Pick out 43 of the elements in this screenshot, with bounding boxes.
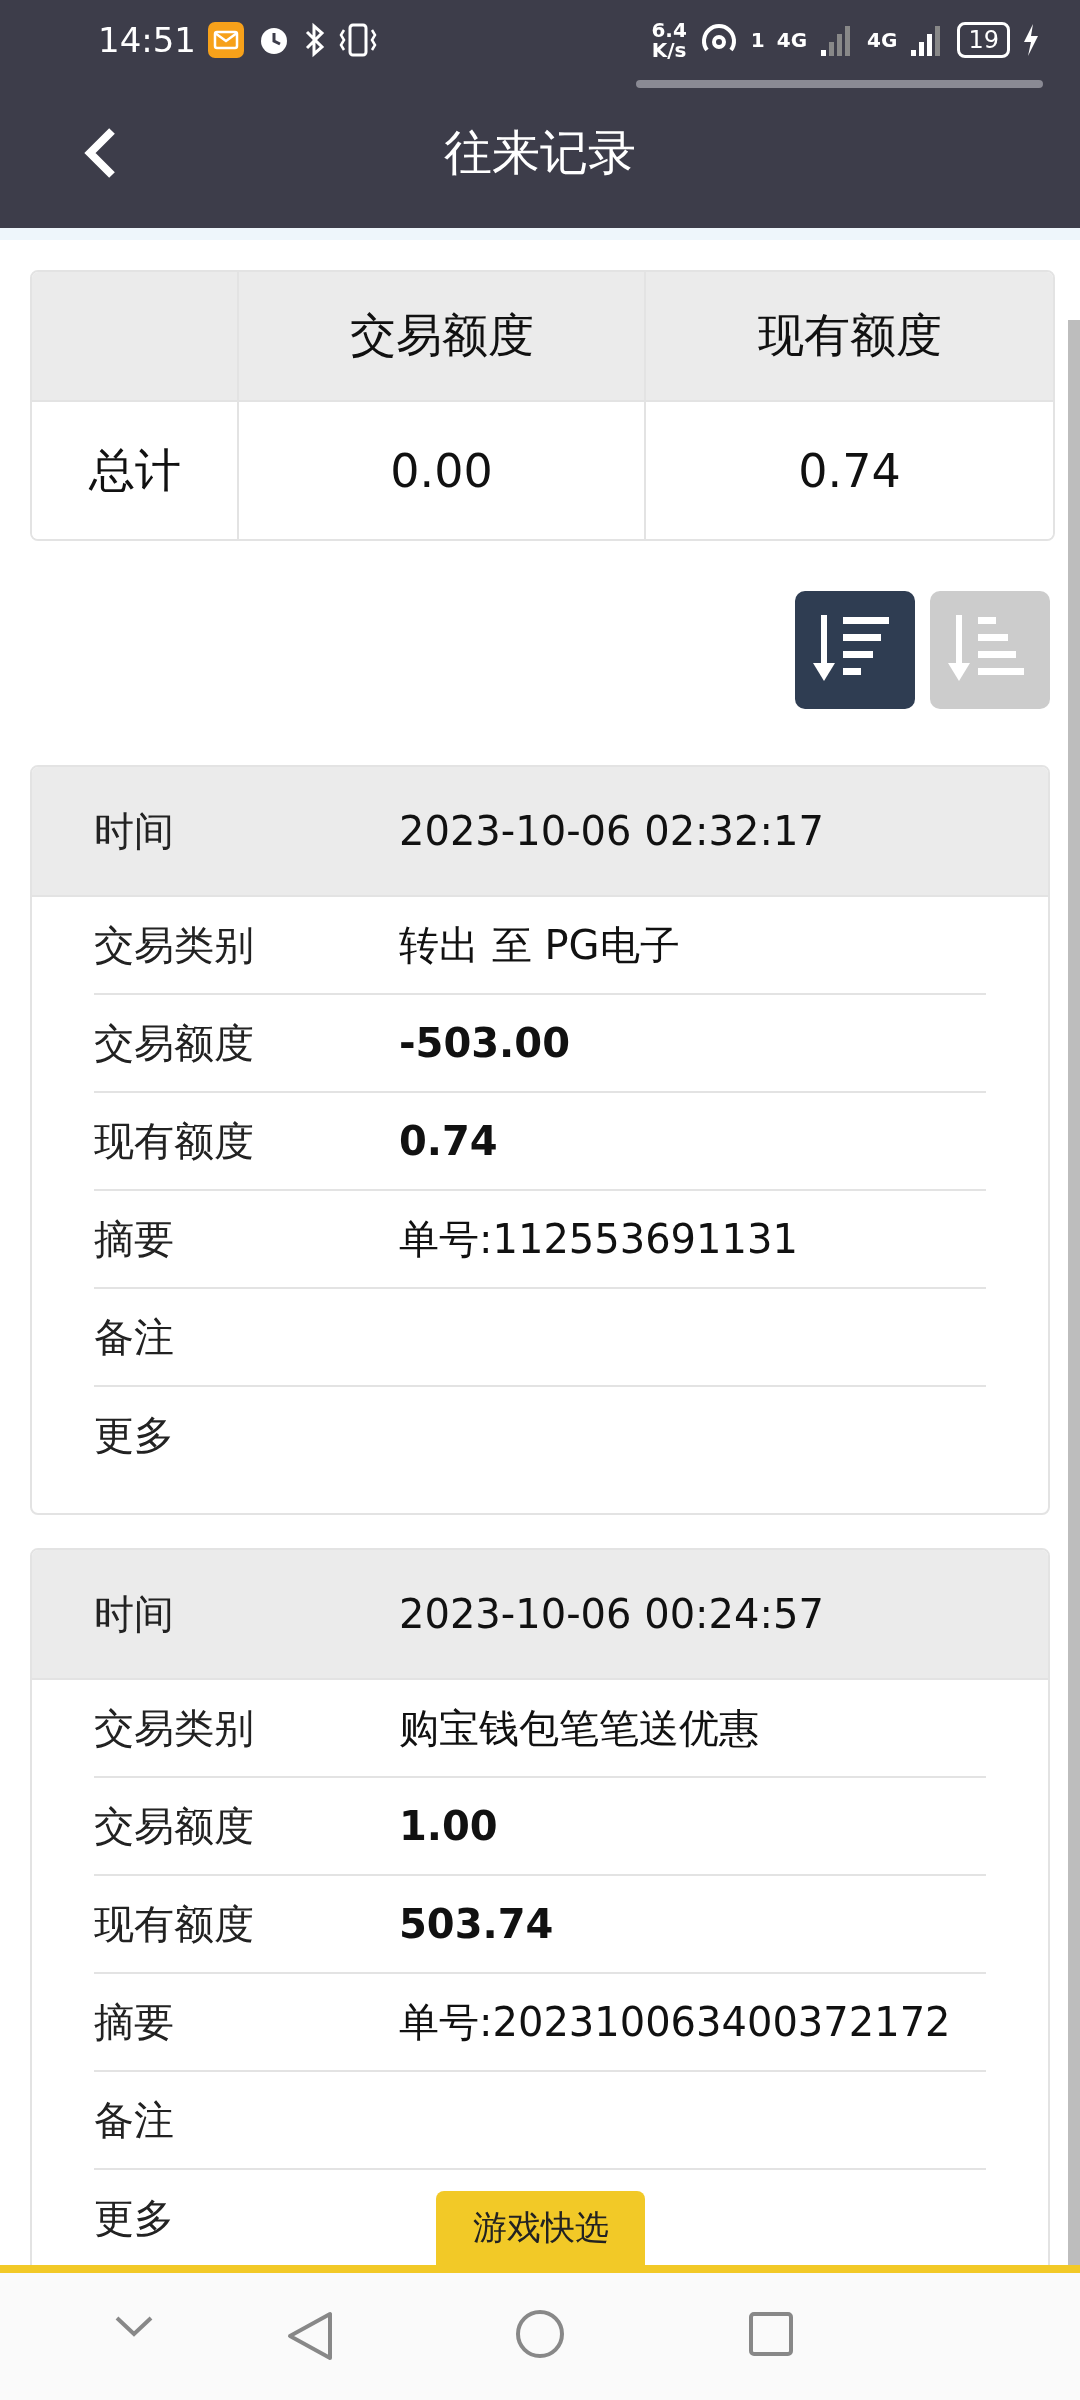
field-label: 备注 [94,2095,175,2145]
field-label: 备注 [94,1312,175,1362]
charging-icon [1022,22,1040,58]
speed-value: 6.4 [651,20,687,40]
network-type: 4G [867,30,898,50]
field-label: 交易类别 [94,1703,255,1753]
table-cell: 0.00 [239,400,646,539]
field-label: 现有额度 [94,1116,255,1166]
table-cell: 0.74 [646,400,1053,539]
speed-unit: K/s [651,40,687,60]
mail-icon [208,22,244,58]
field-label: 摘要 [94,1997,175,2047]
field-value: 0.74 [399,1118,498,1164]
hotspot-count: 1 [750,30,765,50]
field-label: 更多 [94,2193,175,2243]
field-value: 503.74 [399,1901,554,1947]
field-label: 交易额度 [94,1801,255,1851]
quick-pick-tab[interactable]: 游戏快选 [436,2191,645,2265]
field-value: 单号:112553691131 [399,1214,798,1264]
field-label: 时间 [94,806,175,856]
field-value: -503.00 [399,1020,570,1066]
clock: 14:51 [98,20,196,60]
column-header: 交易额度 [239,272,646,400]
field-label: 摘要 [94,1214,175,1264]
field-value: 转出 至 PG电子 [399,920,680,970]
field-value: 购宝钱包笔笔送优惠 [399,1703,759,1753]
field-label: 交易类别 [94,920,255,970]
row-header: 总计 [32,400,239,539]
field-value: 2023-10-06 00:24:57 [399,1591,824,1637]
vibrate-icon [338,22,378,58]
column-header: 现有额度 [646,272,1053,400]
network-type: 4G [776,30,808,50]
page-title: 往来记录 [444,123,636,182]
field-label: 更多 [94,1410,175,1460]
sort-button[interactable] [795,591,915,709]
field-value: 1.00 [399,1803,498,1849]
field-value: 单号:202310063400372172 [399,1997,951,2047]
bluetooth-icon [304,22,326,58]
field-label: 时间 [94,1589,175,1639]
field-label: 现有额度 [94,1899,255,1949]
field-value: 2023-10-06 02:32:17 [399,808,824,854]
battery-indicator: 19 [957,22,1010,58]
field-label: 交易额度 [94,1018,255,1068]
